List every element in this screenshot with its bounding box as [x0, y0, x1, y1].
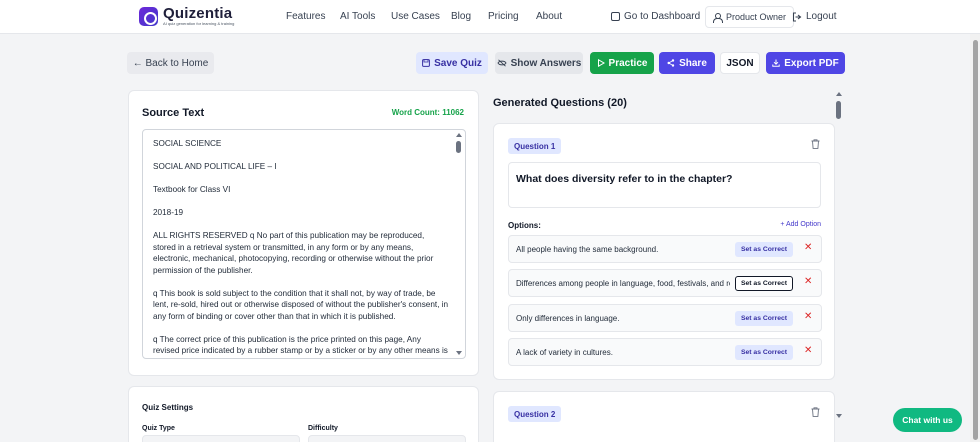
save-icon	[422, 59, 430, 67]
quiz-type-select[interactable]	[142, 435, 300, 442]
export-pdf-button[interactable]: Export PDF	[766, 52, 845, 74]
source-paragraph: 2018-19	[153, 208, 184, 217]
save-quiz-button[interactable]: Save Quiz	[416, 52, 488, 74]
nav-ai-tools[interactable]: AI Tools	[340, 11, 375, 22]
questions-scrollbar[interactable]	[836, 92, 844, 418]
dashboard-label: Go to Dashboard	[624, 11, 701, 22]
question-badge: Question 1	[508, 138, 562, 154]
quiz-settings-panel: Quiz Settings Quiz Type Difficulty	[128, 386, 479, 442]
scroll-thumb[interactable]	[836, 101, 841, 119]
question-card: Question 2	[493, 391, 835, 442]
source-text-panel: Source Text Word Count: 11062 SOCIAL SCI…	[128, 90, 479, 376]
export-pdf-label: Export PDF	[784, 57, 839, 69]
set-as-correct-button[interactable]: Set as Correct	[735, 242, 793, 257]
source-paragraph: q The correct price of this publication …	[153, 334, 448, 356]
option-text[interactable]: A lack of variety in cultures.	[516, 348, 730, 357]
top-navbar: Quizentia AI quiz generation for learnin…	[0, 0, 980, 34]
source-text-content: SOCIAL SCIENCE SOCIAL AND POLITICAL LIFE…	[153, 138, 449, 358]
source-paragraph: SOCIAL SCIENCE	[153, 139, 222, 148]
nav-blog[interactable]: Blog	[451, 11, 471, 22]
delete-option-icon[interactable]: ✕	[804, 276, 812, 287]
question-text: What does diversity refer to in the chap…	[516, 173, 733, 185]
scroll-down-arrow-icon[interactable]	[836, 414, 842, 418]
play-icon	[597, 59, 605, 67]
page-scroll-thumb[interactable]	[973, 40, 978, 440]
save-quiz-label: Save Quiz	[434, 57, 482, 69]
generated-questions-title: Generated Questions (20)	[493, 97, 627, 109]
download-icon	[772, 59, 780, 67]
logo-title: Quizentia	[163, 5, 233, 22]
scroll-up-arrow-icon[interactable]	[456, 133, 462, 137]
set-as-correct-button[interactable]: Set as Correct	[735, 345, 793, 360]
user-name: Product Owner	[726, 12, 787, 22]
option-row: A lack of variety in cultures. Set as Co…	[508, 338, 822, 366]
question-badge: Question 2	[508, 406, 562, 422]
delete-option-icon[interactable]: ✕	[804, 242, 812, 253]
source-paragraph: Textbook for Class VI	[153, 185, 231, 194]
trash-icon[interactable]	[811, 407, 820, 417]
option-row: Differences among people in language, fo…	[508, 269, 822, 297]
word-count: Word Count: 11062	[391, 108, 464, 117]
logo[interactable]: Quizentia AI quiz generation for learnin…	[139, 5, 235, 26]
textarea-scrollbar[interactable]	[454, 131, 464, 357]
nav-use-cases[interactable]: Use Cases	[391, 11, 440, 22]
options-label: Options:	[508, 221, 541, 230]
show-answers-label: Show Answers	[510, 57, 582, 69]
option-row: Only differences in language. Set as Cor…	[508, 304, 822, 332]
option-text[interactable]: Only differences in language.	[516, 314, 730, 323]
logout-button[interactable]: Logout	[792, 11, 837, 22]
user-icon	[713, 12, 723, 23]
dashboard-link[interactable]: Go to Dashboard	[611, 11, 700, 22]
share-button[interactable]: Share	[659, 52, 715, 74]
option-text[interactable]: Differences among people in language, fo…	[516, 279, 730, 288]
practice-button[interactable]: Practice	[590, 52, 654, 74]
delete-option-icon[interactable]: ✕	[804, 311, 812, 322]
source-paragraph: SOCIAL AND POLITICAL LIFE – I	[153, 162, 277, 171]
logout-label: Logout	[806, 11, 837, 22]
scroll-down-arrow-icon[interactable]	[456, 351, 462, 355]
practice-label: Practice	[608, 57, 648, 69]
add-option-button[interactable]: + Add Option	[780, 221, 821, 228]
delete-option-icon[interactable]: ✕	[804, 345, 812, 356]
user-menu[interactable]: Product Owner	[705, 6, 795, 28]
option-row: All people having the same background. S…	[508, 235, 822, 263]
logo-icon	[139, 7, 158, 26]
trash-icon[interactable]	[811, 139, 820, 149]
logo-subtitle: AI quiz generation for learning & traini…	[163, 21, 235, 26]
json-button[interactable]: JSON	[720, 52, 760, 74]
quiz-type-label: Quiz Type	[142, 425, 175, 432]
dashboard-icon	[611, 12, 620, 21]
question-card: Question 1 What does diversity refer to …	[493, 123, 835, 380]
scroll-thumb[interactable]	[456, 141, 461, 153]
eye-off-icon	[497, 59, 507, 67]
source-paragraph: ALL RIGHTS RESERVED q No part of this pu…	[153, 231, 434, 275]
difficulty-select[interactable]	[308, 435, 466, 442]
page-scrollbar[interactable]	[970, 34, 980, 442]
nav-pricing[interactable]: Pricing	[488, 11, 519, 22]
back-to-home-button[interactable]: ← Back to Home	[127, 52, 214, 74]
source-paragraph: q This book is sold subject to the condi…	[153, 288, 449, 321]
scroll-up-arrow-icon[interactable]	[836, 92, 842, 96]
set-as-correct-button[interactable]: Set as Correct	[735, 311, 793, 326]
logout-icon	[792, 11, 802, 22]
question-text-input[interactable]: What does diversity refer to in the chap…	[508, 162, 821, 208]
set-as-correct-button[interactable]: Set as Correct	[735, 276, 793, 291]
option-text[interactable]: All people having the same background.	[516, 245, 730, 254]
source-text-title: Source Text	[142, 107, 205, 119]
nav-features[interactable]: Features	[286, 11, 325, 22]
difficulty-label: Difficulty	[308, 425, 338, 432]
quiz-settings-title: Quiz Settings	[142, 403, 194, 412]
nav-about[interactable]: About	[536, 11, 562, 22]
show-answers-button[interactable]: Show Answers	[495, 52, 583, 74]
source-textarea[interactable]: SOCIAL SCIENCE SOCIAL AND POLITICAL LIFE…	[142, 129, 466, 359]
share-icon	[667, 59, 675, 67]
chat-with-us-button[interactable]: Chat with us	[893, 408, 962, 432]
share-label: Share	[679, 57, 707, 69]
